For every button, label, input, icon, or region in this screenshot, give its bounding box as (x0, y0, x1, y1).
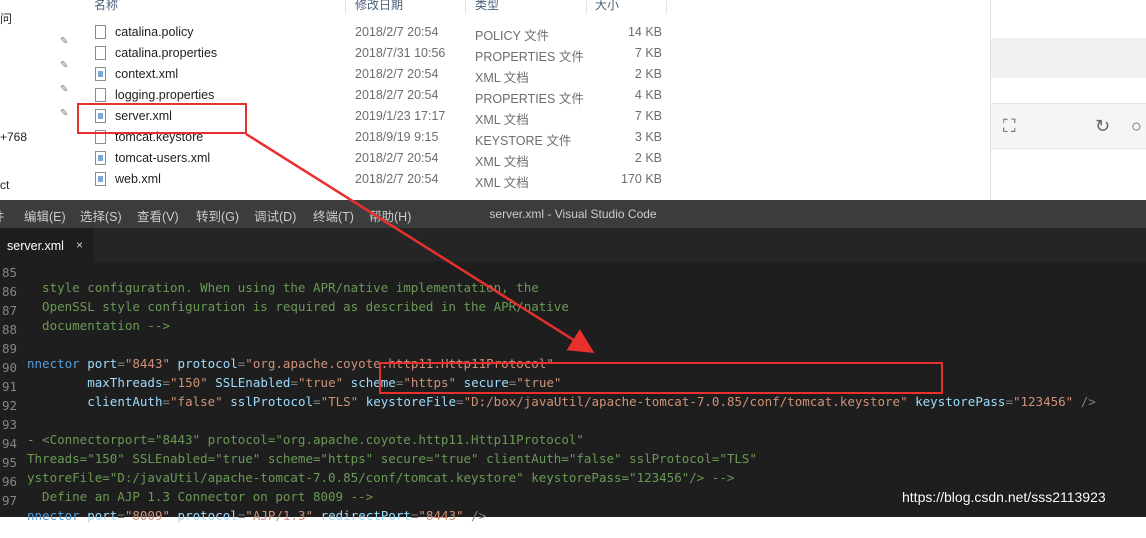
xml-file-icon (95, 151, 106, 165)
right-toolbar: ⛶ ↻ ○ (991, 103, 1146, 149)
file-modified-date: 2018/2/7 20:54 (355, 67, 439, 81)
watermark: https://blog.csdn.net/sss2113923 (902, 489, 1106, 505)
file-size: 7 KB (634, 46, 662, 60)
code-line: 86 OpenSSL style configuration is requir… (0, 269, 1146, 314)
code-line: 95 ystoreFile="D:/javaUtil/apache-tomcat… (0, 440, 1146, 485)
file-list-pane: 名称 修改日期 类型 大小 catalina.policy 2018/2/7 2… (78, 0, 990, 200)
file-name: tomcat-users.xml (115, 151, 211, 165)
file-type: KEYSTORE 文件 (475, 134, 572, 148)
file-size: 4 KB (634, 88, 662, 102)
title-bar: 件 编辑(E) 选择(S) 查看(V) 转到(G) 调试(D) 终端(T) 帮助… (0, 200, 1146, 228)
file-modified-date: 2019/1/23 17:17 (355, 109, 446, 123)
file-type: XML 文档 (475, 155, 529, 169)
file-name: web.xml (115, 172, 161, 186)
column-divider[interactable] (666, 0, 667, 14)
file-type: XML 文档 (475, 176, 529, 190)
file-explorer-window: 问 +768 ct ✎ ✎ ✎ ✎ 名称 修改日期 类型 大小 catalina… (0, 0, 1146, 200)
file-size: 7 KB (634, 109, 662, 123)
right-panel: ⛶ ↻ ○ (990, 0, 1146, 200)
file-type: POLICY 文件 (475, 29, 550, 43)
column-header-size[interactable]: 大小 (595, 0, 619, 12)
file-type: XML 文档 (475, 71, 529, 85)
highlight-box-server-xml (77, 103, 247, 134)
code-line: 87 documentation --> (0, 288, 1146, 333)
file-size: 3 KB (634, 130, 662, 144)
file-modified-date: 2018/9/19 9:15 (355, 130, 439, 144)
file-size: 2 KB (634, 67, 662, 81)
right-panel-band (991, 38, 1146, 78)
file-name: catalina.policy (115, 25, 194, 39)
line-number: 97 (1, 493, 17, 508)
column-divider[interactable] (345, 0, 346, 14)
nav-item-fragment[interactable]: 问 (0, 10, 12, 27)
file-row[interactable]: web.xml 2018/2/7 20:54 XML 文档 170 KB (92, 169, 672, 190)
refresh-icon[interactable]: ↻ (1095, 116, 1110, 136)
file-size: 2 KB (634, 151, 662, 165)
column-header-name[interactable]: 名称 (94, 0, 118, 12)
file-size: 14 KB (627, 25, 662, 39)
file-icon (95, 46, 106, 60)
pin-icon[interactable]: ✎ (60, 61, 69, 71)
file-name: logging.properties (115, 88, 215, 102)
code-line: 85 style configuration. When using the A… (0, 250, 1146, 295)
column-header-modified[interactable]: 修改日期 (355, 0, 403, 12)
file-size: 170 KB (620, 172, 662, 186)
nav-item-fragment[interactable]: ct (0, 178, 9, 192)
pin-icon[interactable]: ✎ (60, 85, 69, 95)
file-type: PROPERTIES 文件 (475, 92, 584, 106)
line-code: nnector port="8009" protocol="AJP/1.3" r… (27, 508, 487, 523)
column-divider[interactable] (465, 0, 466, 14)
file-modified-date: 2018/2/7 20:54 (355, 88, 439, 102)
file-modified-date: 2018/2/7 20:54 (355, 151, 439, 165)
window-title: server.xml - Visual Studio Code (489, 207, 657, 221)
search-icon[interactable]: ○ (1131, 116, 1142, 136)
code-line: 93 - <Connectorport="8443" protocol="org… (0, 402, 1146, 447)
highlight-box-keystore (379, 362, 943, 394)
vscode-window: 件 编辑(E) 选择(S) 查看(V) 转到(G) 调试(D) 终端(T) 帮助… (0, 200, 1146, 523)
file-icon (95, 88, 106, 102)
file-row[interactable]: catalina.properties 2018/7/31 10:56 PROP… (92, 43, 672, 64)
code-line: 88 (0, 307, 1146, 337)
fullscreen-icon[interactable]: ⛶ (1003, 116, 1016, 136)
column-divider[interactable] (586, 0, 587, 14)
navigation-pane: 问 +768 ct ✎ ✎ ✎ ✎ (0, 0, 79, 200)
code-line: 89 nnector port="8443" protocol="org.apa… (0, 326, 1146, 371)
nav-item-fragment[interactable]: +768 (0, 130, 27, 144)
column-header-type[interactable]: 类型 (475, 0, 499, 12)
pin-icon[interactable]: ✎ (60, 37, 69, 47)
pin-icon[interactable]: ✎ (60, 109, 69, 119)
file-modified-date: 2018/7/31 10:56 (355, 46, 446, 60)
file-icon (95, 25, 106, 39)
xml-file-icon (95, 172, 106, 186)
file-row[interactable]: tomcat-users.xml 2018/2/7 20:54 XML 文档 2… (92, 148, 672, 169)
code-line: 96 Define an AJP 1.3 Connector on port 8… (0, 459, 1146, 504)
xml-file-icon (95, 67, 106, 81)
file-type: PROPERTIES 文件 (475, 50, 584, 64)
file-row[interactable]: catalina.policy 2018/2/7 20:54 POLICY 文件… (92, 22, 672, 43)
file-row[interactable]: context.xml 2018/2/7 20:54 XML 文档 2 KB (92, 64, 672, 85)
file-modified-date: 2018/2/7 20:54 (355, 25, 439, 39)
file-name: catalina.properties (115, 46, 218, 60)
file-type: XML 文档 (475, 113, 529, 127)
file-modified-date: 2018/2/7 20:54 (355, 172, 439, 186)
file-name: context.xml (115, 67, 179, 81)
code-line: 94 Threads="150" SSLEnabled="true" schem… (0, 421, 1146, 466)
